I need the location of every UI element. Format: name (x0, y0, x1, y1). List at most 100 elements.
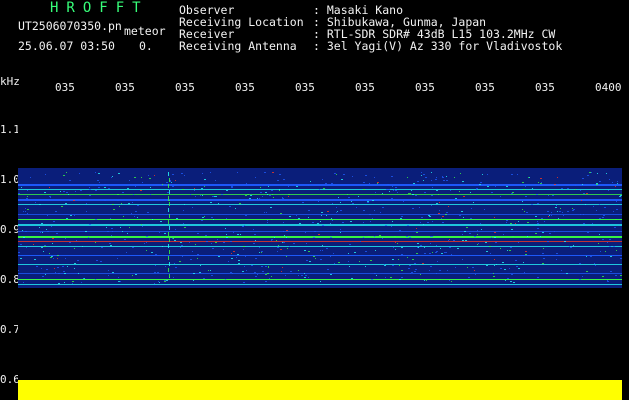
vertical-feature (168, 232, 169, 236)
spectrogram-noise (397, 192, 398, 193)
spectrogram-noise (55, 272, 56, 273)
spectrogram-noise (338, 262, 340, 263)
spectrogram-noise (334, 173, 336, 174)
spectrogram-noise (75, 191, 76, 192)
spectrogram-noise (423, 224, 424, 225)
spectrogram-noise (522, 182, 524, 183)
spectrogram-noise (599, 218, 601, 219)
spectrogram-noise (313, 256, 315, 257)
spectrogram-noise (479, 184, 481, 185)
spectrogram-noise (331, 183, 333, 184)
spectrogram-noise (575, 185, 576, 186)
spectrogram-trace (18, 284, 622, 285)
spectrogram-noise (22, 230, 23, 231)
spectrogram-noise (596, 183, 598, 184)
spectrogram-noise (436, 273, 437, 274)
spectrogram-noise (20, 258, 22, 259)
spectrogram-noise (265, 274, 267, 275)
spectrogram-noise (327, 211, 329, 212)
spectrogram-noise (438, 194, 439, 195)
spectrogram-noise (225, 279, 226, 280)
spectrogram-noise (543, 258, 545, 259)
spectrogram-noise (85, 231, 87, 232)
x-tick-3: 035 (175, 82, 195, 93)
spectrogram-noise (363, 237, 364, 238)
spectrogram-noise (338, 197, 339, 198)
spectrogram-noise (267, 220, 268, 221)
spectrogram-noise (570, 247, 572, 248)
spectrogram-noise (269, 278, 270, 279)
spectrogram-noise (132, 202, 133, 203)
spectrogram-noise (332, 220, 333, 221)
spectrogram-noise (518, 221, 519, 222)
spectrogram-noise (442, 222, 444, 223)
spectrogram-trace (18, 246, 622, 247)
spectrogram-noise (350, 221, 352, 222)
spectrogram-noise (268, 266, 269, 267)
spectrogram-noise (523, 189, 525, 190)
spectrogram-noise (462, 240, 464, 241)
spectrogram-noise (251, 265, 253, 266)
spectrogram-noise (507, 250, 508, 251)
spectrogram-noise (580, 190, 581, 191)
spectrogram-noise (199, 272, 201, 273)
spectrogram-noise (18, 252, 20, 253)
spectrogram-noise (45, 174, 46, 175)
spectrogram-noise (363, 210, 365, 211)
spectrogram-noise (304, 277, 306, 278)
spectrogram-noise (522, 209, 523, 210)
spectrogram-noise (50, 197, 51, 198)
spectrogram-noise (64, 282, 65, 283)
spectrogram-noise (296, 186, 298, 187)
y-tick-1-1: 1.1 (0, 124, 20, 135)
spectrogram-noise (254, 234, 256, 235)
spectrogram-noise (606, 173, 607, 174)
spectrogram-noise (51, 226, 52, 227)
spectrogram-noise (112, 272, 114, 273)
spectrogram-noise (441, 218, 442, 219)
spectrogram-noise (233, 232, 234, 233)
spectrogram-noise (428, 215, 430, 216)
spectrogram-noise (197, 233, 199, 234)
spectrogram-noise (567, 188, 569, 189)
spectrogram-noise (397, 243, 398, 244)
spectrogram-noise (245, 195, 247, 196)
spectrogram-noise (184, 227, 186, 228)
spectrogram-noise (289, 246, 290, 247)
spectrogram-noise (46, 269, 48, 270)
spectrogram-noise (440, 248, 441, 249)
spectrogram-noise (259, 252, 260, 253)
spectrogram-noise (561, 188, 563, 189)
spectrogram-noise (486, 265, 488, 266)
spectrogram-noise (554, 184, 556, 185)
spectrogram-noise (616, 201, 617, 202)
spectrogram-noise (385, 277, 386, 278)
spectrogram-noise (518, 242, 519, 243)
spectrogram-noise (23, 211, 24, 212)
spectrogram-noise (512, 192, 514, 193)
spectrogram-noise (399, 279, 401, 280)
spectrogram-noise (401, 254, 403, 255)
spectrogram-noise (147, 212, 149, 213)
spectrogram-noise (282, 267, 283, 268)
spectrogram-noise (444, 252, 445, 253)
spectrogram-noise (174, 263, 175, 264)
spectrogram-noise (182, 256, 183, 257)
spectrogram-noise (170, 181, 171, 182)
spectrogram-noise (586, 256, 587, 257)
spectrogram-noise (282, 197, 283, 198)
spectrogram-noise (529, 177, 530, 178)
spectrogram-noise (615, 219, 617, 220)
spectrogram-noise (80, 190, 82, 191)
spectrogram-noise (184, 175, 185, 176)
spectrogram-noise (317, 223, 319, 224)
spectrogram-noise (281, 271, 282, 272)
spectrogram-noise (385, 225, 387, 226)
spectrogram-noise (142, 182, 143, 183)
spectrogram-noise (449, 247, 451, 248)
spectrogram-noise (309, 261, 311, 262)
spectrogram-noise (135, 211, 137, 212)
spectrogram-noise (192, 251, 193, 252)
spectrogram-noise (111, 235, 112, 236)
spectrogram-noise (340, 232, 341, 233)
